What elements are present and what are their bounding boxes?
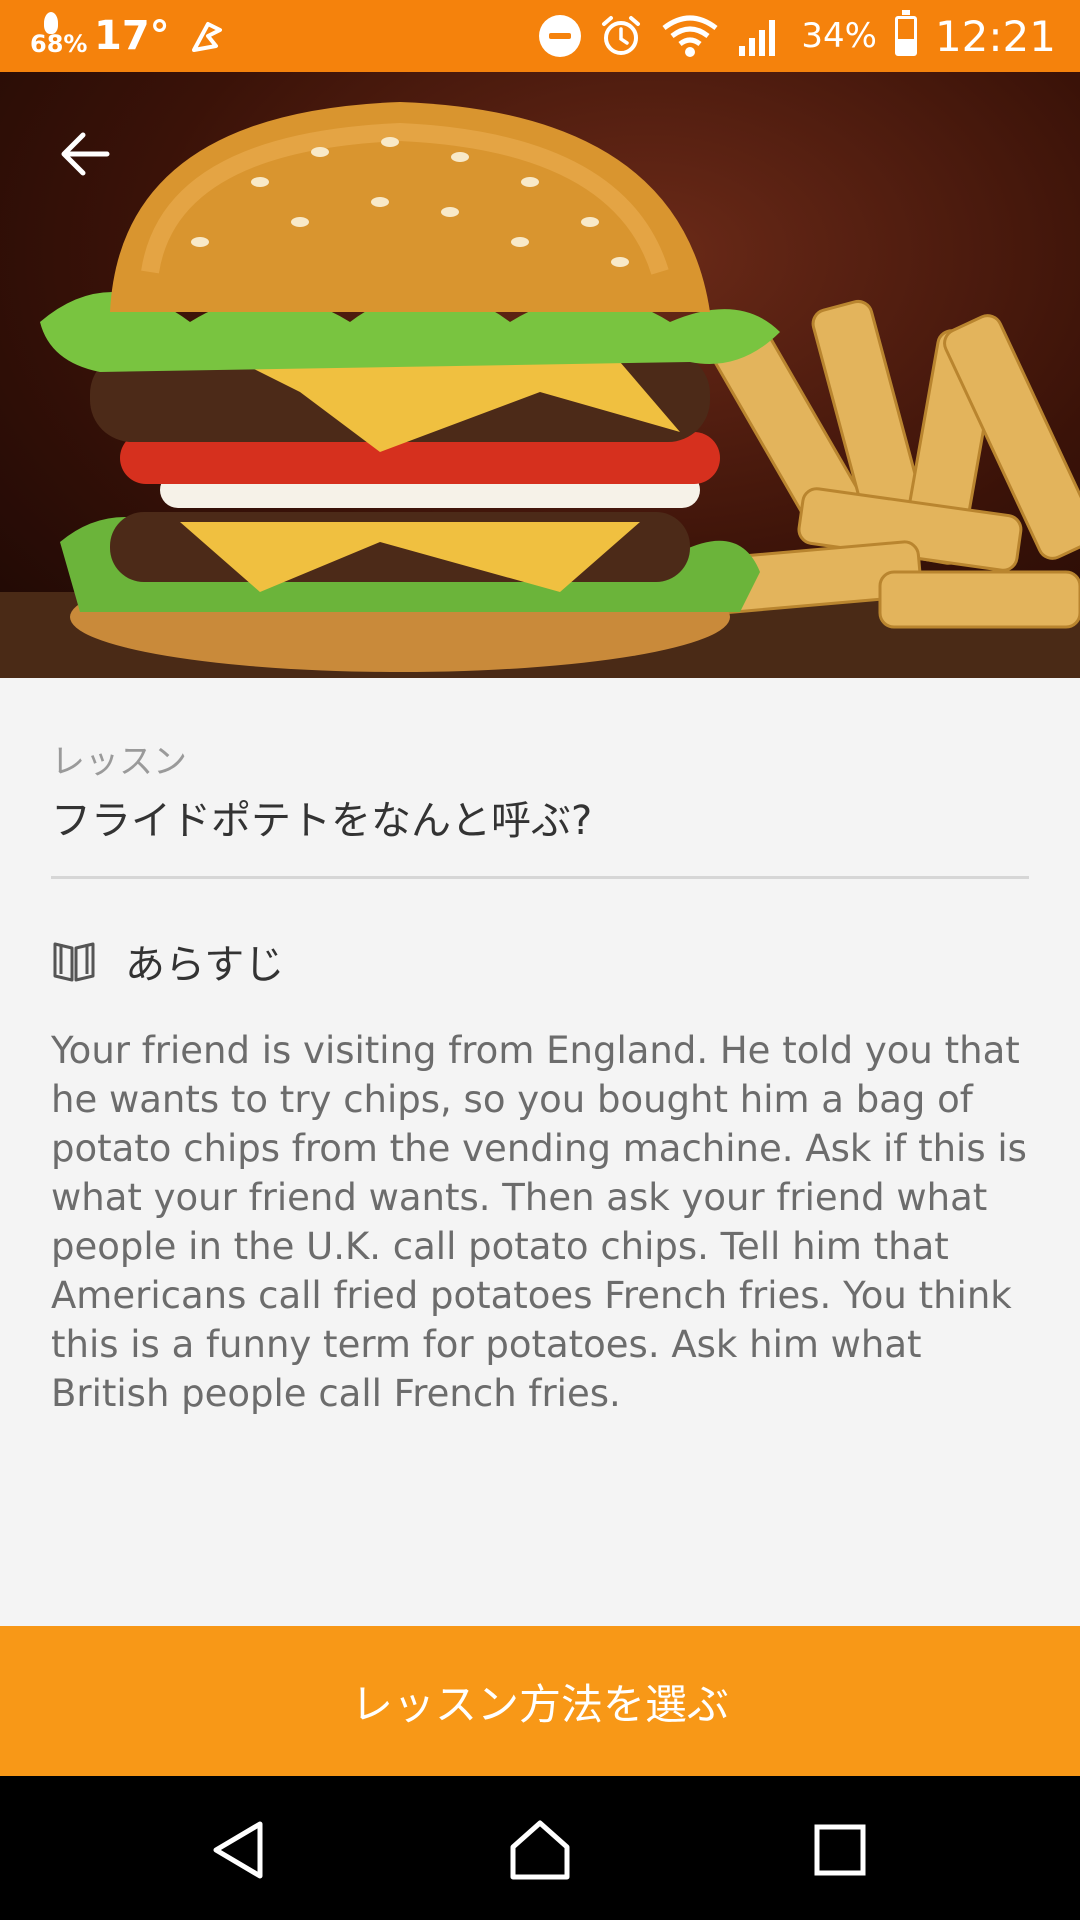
synopsis-text: Your friend is visiting from England. He… [51,1029,1027,1415]
battery-small-label: 68% [30,30,88,58]
home-icon [510,1820,570,1880]
wifi-icon [662,15,718,57]
square-recents-icon [814,1824,866,1876]
clock: 12:21 [934,11,1056,61]
alarm-icon [602,16,641,55]
nav-back-button[interactable] [200,1810,280,1890]
battery-icon [894,10,917,56]
divider [51,876,1029,879]
notification-icon [191,22,222,52]
navigation-bar [0,1776,1080,1920]
burger-illustration [0,102,1080,678]
temperature-label: 17° [94,13,170,59]
lesson-caption: レッスン [51,742,187,782]
lesson-title: フライドポテトをなんと呼ぶ? [51,798,593,844]
book-icon [53,942,95,982]
hero-image [0,72,1080,678]
triangle-back-icon [213,1821,263,1879]
back-button[interactable] [50,124,120,184]
battery-saver-icon: 68% [28,6,87,66]
do-not-disturb-icon [539,15,582,57]
arrow-left-icon [61,132,110,176]
nav-recents-button[interactable] [800,1810,880,1890]
nav-home-button[interactable] [500,1810,580,1890]
signal-icon [739,20,776,56]
battery-percent: 34% [801,16,877,56]
synopsis-heading: あらすじ [125,942,285,988]
status-bar: 68% 17° 34% 12:21 [0,0,1080,72]
synopsis-header: あらすじ [51,932,284,990]
choose-lesson-method-button[interactable]: レッスン方法を選ぶ [0,1626,1080,1776]
